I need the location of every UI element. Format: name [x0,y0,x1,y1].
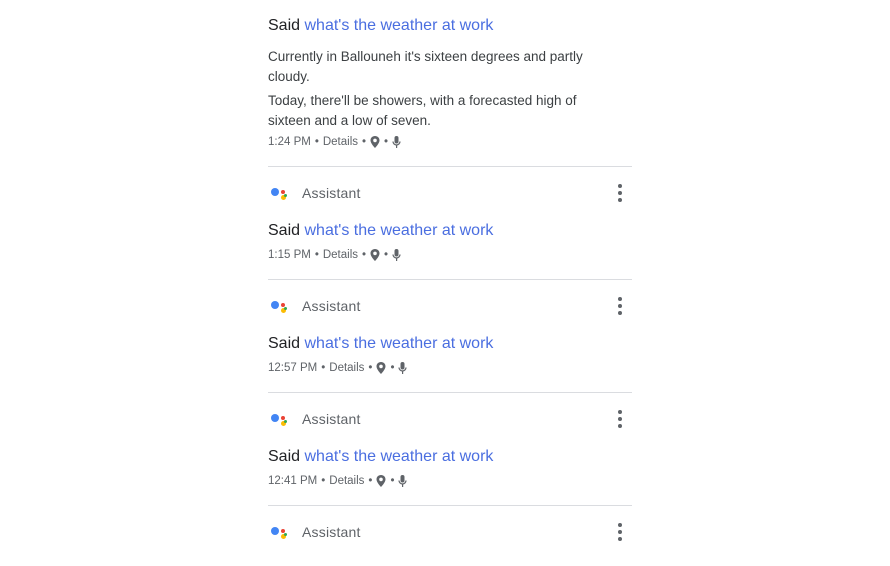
said-line: Said what's the weather at work [268,221,493,241]
separator: • [314,136,319,148]
location-pin-icon [376,362,386,374]
activity-card: Assistant Said what's the weather at wor… [268,167,632,280]
query-link[interactable]: what's the weather at work [304,335,493,352]
card-header: Assistant [268,183,632,203]
app-name: Assistant [302,411,361,427]
assistant-response: Currently in Ballouneh it's sixteen degr… [268,49,583,84]
query-link[interactable]: what's the weather at work [304,222,493,239]
said-prefix: Said [268,448,301,465]
activity-card: Said what's the weather at work Currentl… [268,0,632,167]
more-vert-icon[interactable] [616,184,624,202]
card-header: Assistant [268,409,632,429]
said-prefix: Said [268,17,301,34]
activity-meta: 12:41 PM • Details • • [268,475,408,487]
separator: • [362,249,367,261]
google-assistant-logo [270,522,290,542]
location-pin-icon [370,136,380,148]
app-name: Assistant [302,185,361,201]
app-name: Assistant [302,524,361,540]
location-pin-icon [376,475,386,487]
app-name: Assistant [302,298,361,314]
google-assistant-logo [270,183,290,203]
separator: • [368,362,373,374]
assistant-response: Today, there'll be showers, with a forec… [268,93,577,128]
timestamp: 1:24 PM [268,136,311,148]
card-header: Assistant [268,296,632,316]
separator: • [384,136,389,148]
location-pin-icon [370,249,380,261]
details-link[interactable]: Details [323,249,358,261]
microphone-icon [398,362,408,374]
separator: • [314,249,319,261]
said-line: Said what's the weather at work [268,447,493,467]
separator: • [362,136,367,148]
microphone-icon [392,136,401,148]
more-vert-icon[interactable] [616,297,624,315]
activity-card: Assistant [268,506,632,566]
microphone-icon [392,249,401,261]
separator: • [390,362,395,374]
details-link[interactable]: Details [323,136,358,148]
separator: • [368,475,373,487]
activity-meta: 12:57 PM • Details • • [268,362,408,374]
activity-card: Assistant Said what's the weather at wor… [268,393,632,506]
timestamp: 12:57 PM [268,362,318,374]
query-link[interactable]: what's the weather at work [304,448,493,465]
microphone-icon [398,475,408,487]
details-link[interactable]: Details [329,475,364,487]
google-assistant-logo [270,296,290,316]
more-vert-icon[interactable] [616,410,624,428]
separator: • [321,362,326,374]
separator: • [390,475,395,487]
activity-meta: 1:15 PM • Details • • [268,249,401,261]
separator: • [321,475,326,487]
separator: • [384,249,389,261]
google-assistant-logo [270,409,290,429]
said-prefix: Said [268,335,301,352]
timestamp: 1:15 PM [268,249,311,261]
said-line: Said what's the weather at work [268,16,493,36]
details-link[interactable]: Details [329,362,364,374]
more-vert-icon[interactable] [616,523,624,541]
said-prefix: Said [268,222,301,239]
activity-feed: Said what's the weather at work Currentl… [268,0,632,566]
query-link[interactable]: what's the weather at work [304,17,493,34]
activity-card: Assistant Said what's the weather at wor… [268,280,632,393]
timestamp: 12:41 PM [268,475,318,487]
activity-meta: 1:24 PM • Details • • [268,136,401,148]
card-header: Assistant [268,522,632,542]
said-line: Said what's the weather at work [268,334,493,354]
